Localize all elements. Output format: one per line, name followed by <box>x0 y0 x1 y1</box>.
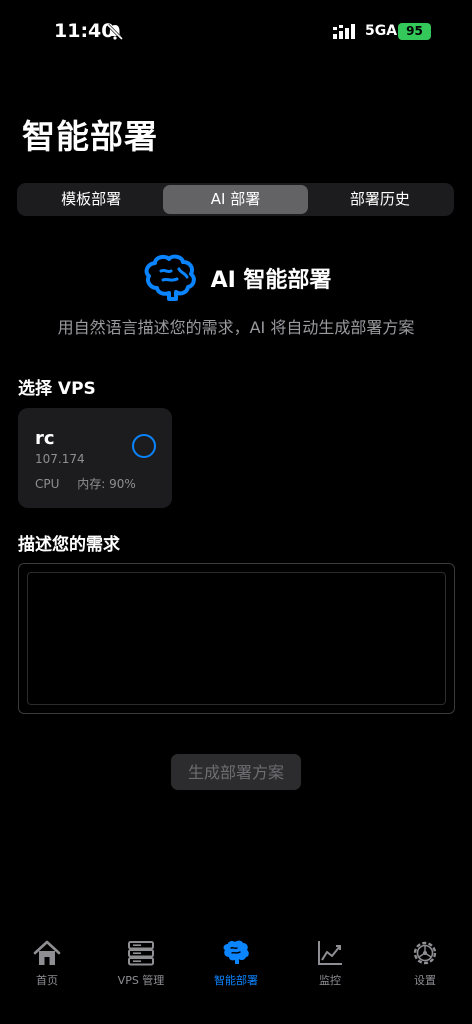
ai-subtitle: 用自然语言描述您的需求，AI 将自动生成部署方案 <box>57 318 415 337</box>
brain-icon <box>144 254 196 301</box>
brain-icon <box>223 940 249 964</box>
requirement-box <box>18 563 455 714</box>
network-label: 5GA <box>365 23 398 39</box>
tab-monitor-label: 监控 <box>319 974 341 987</box>
requirement-input[interactable] <box>27 572 446 705</box>
tab-monitor[interactable]: 监控 <box>283 938 377 988</box>
server-icon <box>128 941 154 966</box>
signal-icon <box>333 24 355 39</box>
vps-radio-button[interactable] <box>132 434 156 458</box>
vps-cpu-label: CPU <box>35 477 60 491</box>
generate-plan-button[interactable]: 生成部署方案 <box>171 754 301 790</box>
vps-ip: 107.174 <box>35 452 85 466</box>
vps-stats: CPU 内存: 90% <box>35 475 136 492</box>
battery-indicator: 95 <box>398 23 431 40</box>
tab-home[interactable]: 首页 <box>0 938 94 988</box>
vps-card[interactable]: rc 107.174 CPU 内存: 90% <box>18 408 172 508</box>
vps-memory-label: 内存: 90% <box>77 477 136 491</box>
status-bar: 11:40 5GA 95 <box>0 0 472 60</box>
house-icon <box>33 940 61 965</box>
gear-icon <box>413 941 437 965</box>
tab-vps-management-label: VPS 管理 <box>117 974 165 987</box>
tab-bar: 首页 VPS 管理 智能部署 监控 设置 <box>0 930 472 1024</box>
tab-settings-label: 设置 <box>414 974 436 987</box>
segment-deploy-history[interactable]: 部署历史 <box>308 185 452 214</box>
select-vps-label: 选择 VPS <box>18 379 96 399</box>
segment-ai-deploy[interactable]: AI 部署 <box>163 185 308 214</box>
deploy-mode-segmented-control: 模板部署 AI 部署 部署历史 <box>17 183 454 216</box>
page-title: 智能部署 <box>22 117 158 156</box>
tab-vps-management[interactable]: VPS 管理 <box>94 938 188 988</box>
tab-smart-deploy-label: 智能部署 <box>214 974 258 987</box>
ai-header: AI 智能部署 <box>0 252 472 304</box>
tab-settings[interactable]: 设置 <box>378 938 472 988</box>
bell-slash-icon <box>106 23 124 41</box>
tab-smart-deploy[interactable]: 智能部署 <box>189 938 283 988</box>
segment-template-deploy[interactable]: 模板部署 <box>19 185 163 214</box>
chart-icon <box>318 941 342 965</box>
tab-home-label: 首页 <box>36 974 58 987</box>
ai-title: AI 智能部署 <box>210 268 332 293</box>
vps-name: rc <box>35 428 55 449</box>
requirement-label: 描述您的需求 <box>18 535 120 555</box>
